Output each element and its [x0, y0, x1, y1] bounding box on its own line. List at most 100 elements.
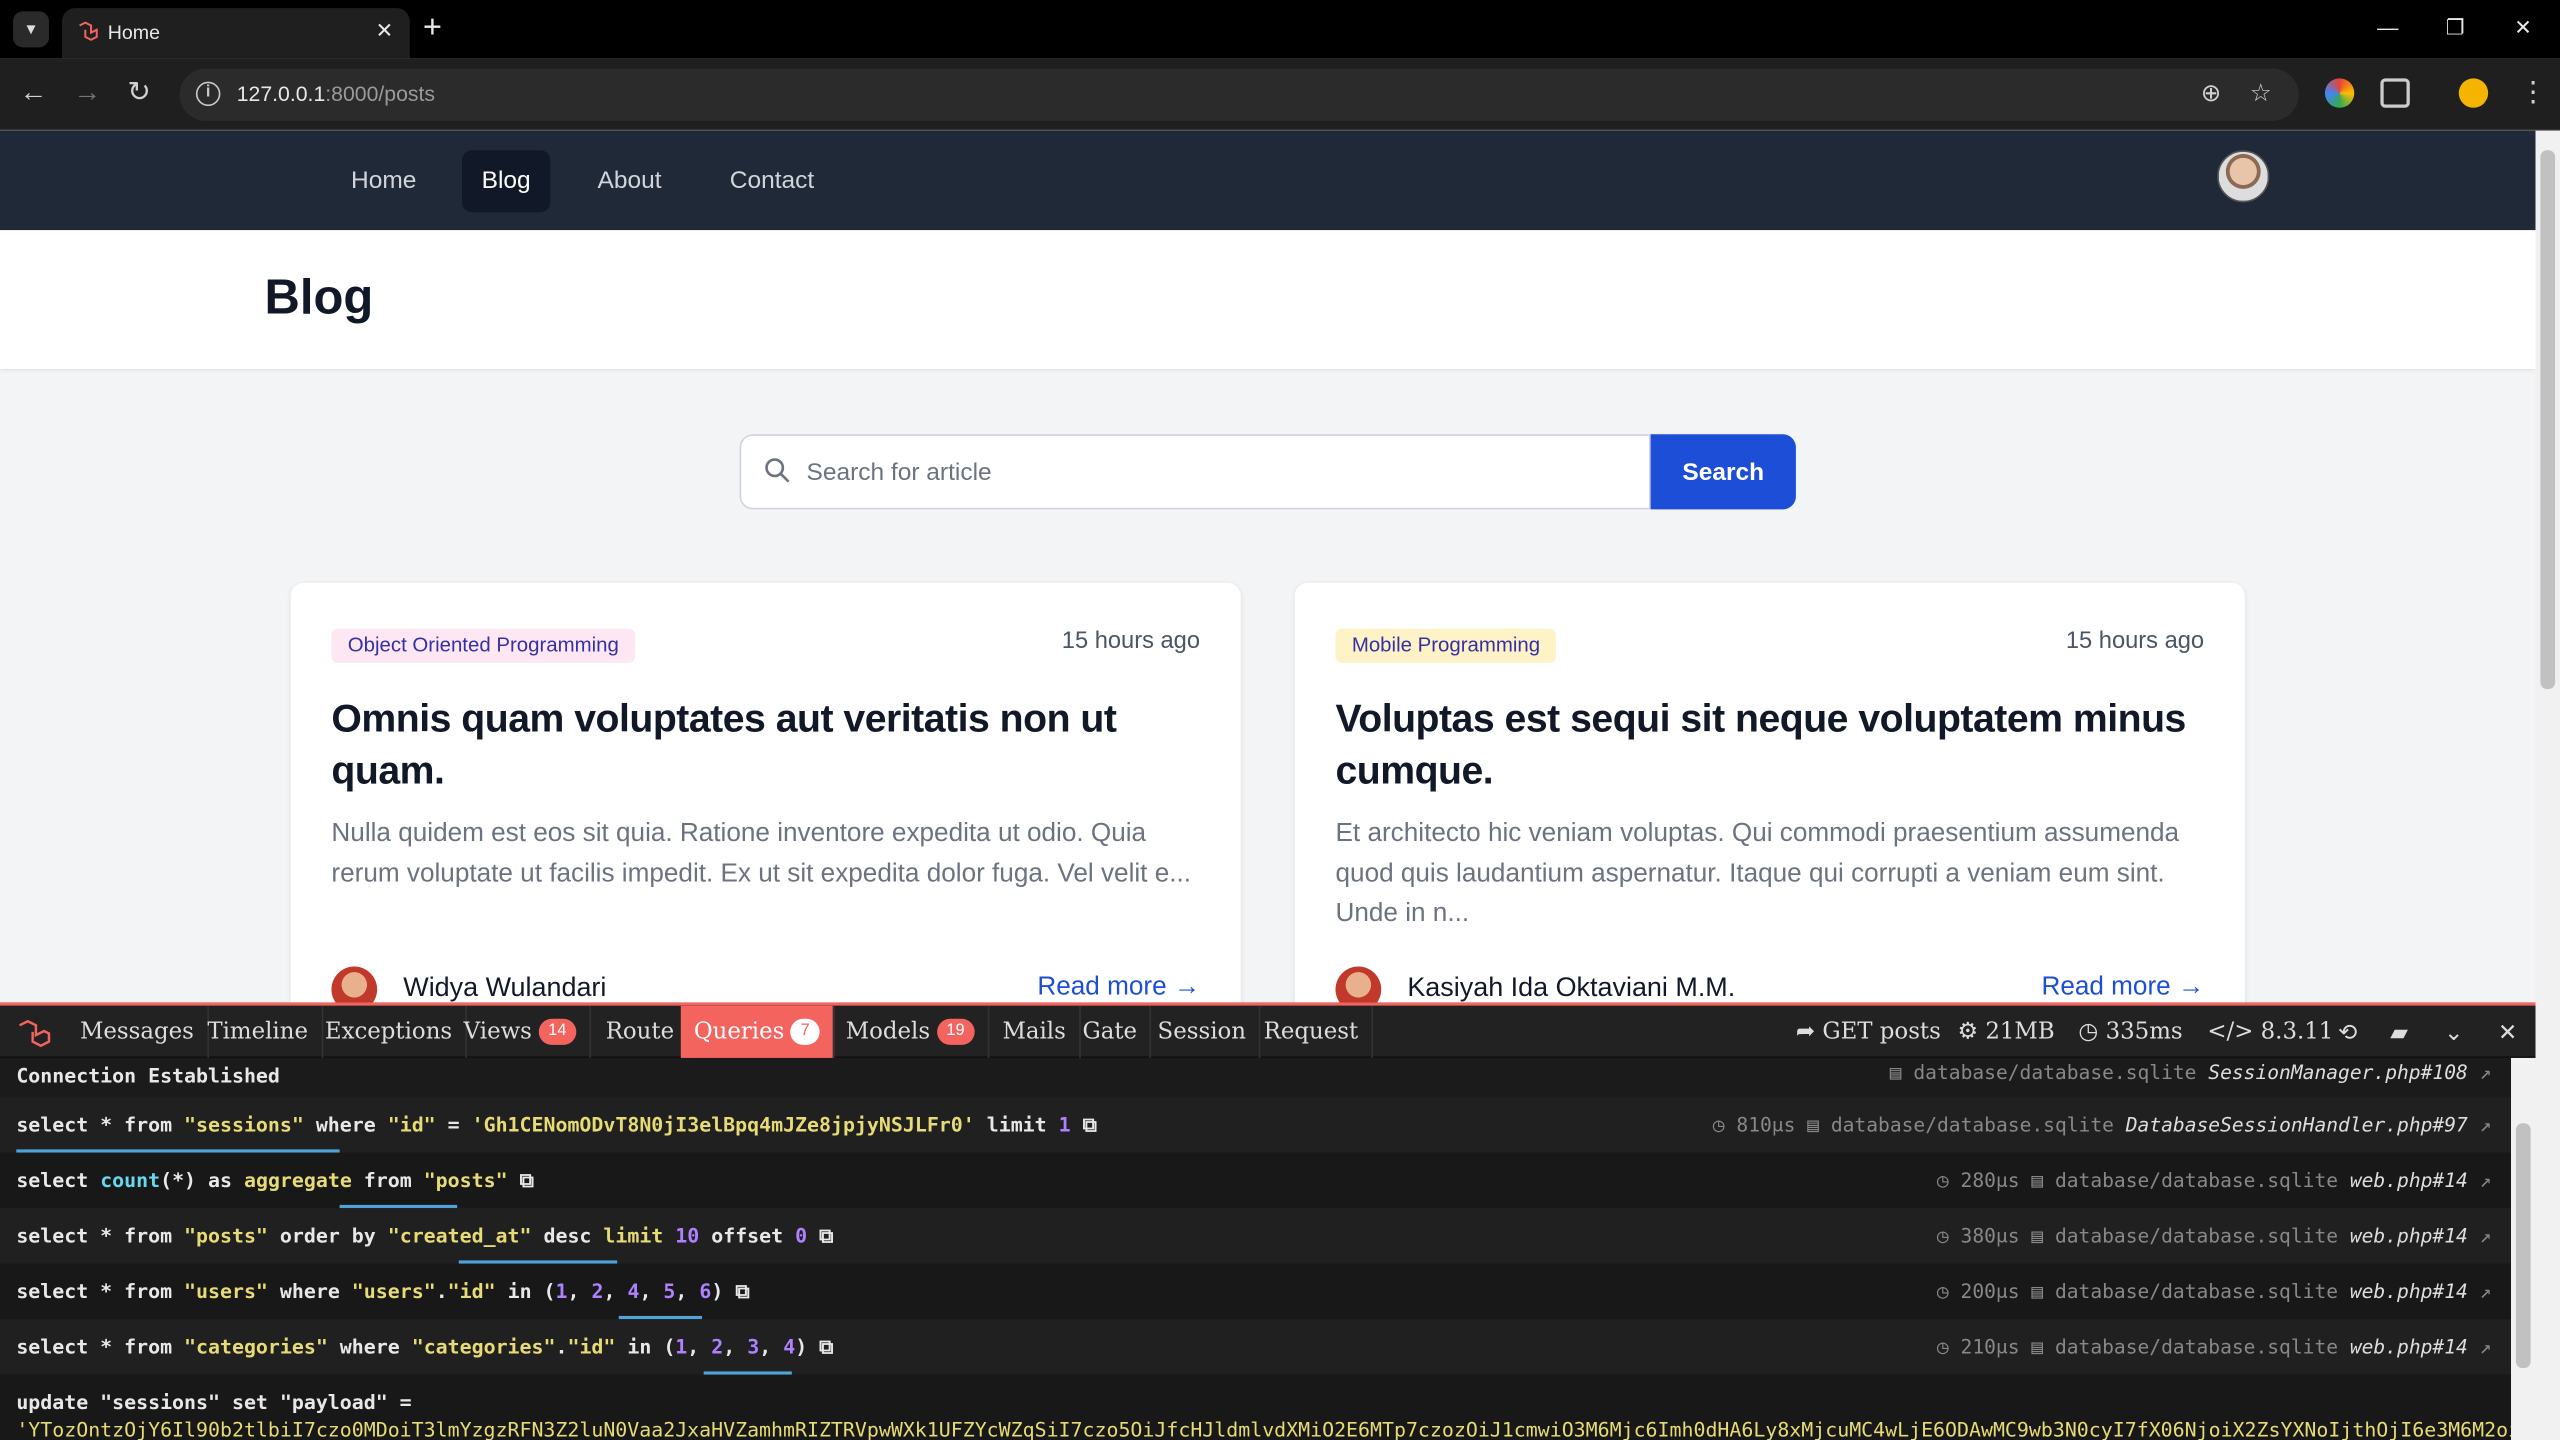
copy-icon[interactable]: ⧉: [1083, 1113, 1097, 1136]
page-header: Blog: [0, 230, 2536, 369]
minimize-debugbar-icon[interactable]: ⌄: [2444, 1019, 2463, 1047]
database-icon: ▤: [2031, 1168, 2044, 1192]
laravel-favicon-icon: [79, 21, 98, 41]
query-row[interactable]: select * from "posts" order by "created_…: [0, 1208, 2512, 1264]
browser-tab[interactable]: Home ✕: [62, 8, 410, 59]
copy-icon[interactable]: ⧉: [819, 1336, 833, 1359]
debugbar-tab-messages[interactable]: Messages: [67, 1005, 209, 1058]
clock-icon: ◷: [1936, 1224, 1949, 1248]
external-link-icon[interactable]: ↗: [2480, 1169, 2492, 1192]
new-tab-icon[interactable]: +: [423, 11, 442, 44]
laravel-logo-icon[interactable]: [16, 1019, 52, 1048]
views-count-badge: 14: [538, 1018, 577, 1045]
debugbar-duration: ◷ 335ms: [2078, 1018, 2183, 1045]
forward-icon[interactable]: →: [73, 78, 101, 107]
query-sql-update: update "sessions" set "payload" =: [16, 1391, 412, 1414]
address-url: 127.0.0.1:8000/posts: [236, 81, 435, 107]
nav-blog-link[interactable]: Blog: [462, 150, 551, 213]
post-time: 15 hours ago: [2065, 628, 2205, 655]
extensions-puzzle-icon[interactable]: [2380, 78, 2410, 108]
clock-icon: ◷: [1936, 1335, 1949, 1359]
debugbar-tab-session[interactable]: Session: [1144, 1005, 1261, 1058]
author-name[interactable]: Kasiyah Ida Oktaviani M.M.: [1407, 973, 1735, 1002]
external-link-icon[interactable]: ↗: [2480, 1224, 2492, 1247]
debugbar-tab-timeline[interactable]: Timeline: [194, 1005, 323, 1058]
author-avatar: [1335, 966, 1382, 1003]
debugbar-scrollbar[interactable]: [2511, 1057, 2536, 1440]
debugbar-tab-gate[interactable]: Gate: [1069, 1005, 1152, 1058]
query-row: Connection Established ▤ database/databa…: [0, 1057, 2512, 1094]
post-title[interactable]: Voluptas est sequi sit neque voluptatem …: [1336, 694, 2201, 798]
database-icon: ▤: [1889, 1061, 1902, 1085]
browser-menu-icon[interactable]: ⋮: [2519, 78, 2547, 107]
query-row[interactable]: select * from "categories" where "catego…: [0, 1319, 2512, 1375]
post-excerpt: Et architecto hic veniam voluptas. Qui c…: [1335, 819, 2180, 928]
query-meta: ◷ 210μs ▤ database/database.sqlite web.p…: [1936, 1335, 2492, 1359]
minimize-icon[interactable]: —: [2377, 15, 2398, 39]
read-more-link[interactable]: Read more →: [2041, 973, 2204, 1002]
query-sql: select * from "sessions" where "id" = 'G…: [16, 1113, 1097, 1137]
debugbar-php-version: </> 8.3.11: [2207, 1018, 2334, 1045]
page-scrollbar[interactable]: [2535, 130, 2560, 1440]
query-sql: select * from "categories" where "catego…: [16, 1335, 834, 1359]
close-debugbar-icon[interactable]: ✕: [2498, 1019, 2517, 1047]
search-icon: [765, 458, 790, 483]
debugbar-memory: ⚙ 21MB: [1957, 1018, 2055, 1045]
site-info-icon[interactable]: i: [195, 81, 221, 107]
query-sql: select * from "posts" order by "created_…: [16, 1224, 834, 1248]
nav-about-link[interactable]: About: [578, 150, 681, 212]
copy-icon[interactable]: ⧉: [819, 1224, 833, 1247]
open-folder-icon[interactable]: ▰: [2390, 1019, 2408, 1047]
debugbar-tab-queries[interactable]: Queries 7: [680, 1005, 835, 1058]
profile-icon[interactable]: [2458, 78, 2489, 108]
read-more-link[interactable]: Read more →: [1037, 973, 1200, 1002]
tab-close-icon[interactable]: ✕: [376, 18, 394, 44]
category-badge[interactable]: Object Oriented Programming: [331, 628, 636, 663]
bookmark-star-icon[interactable]: ☆: [2250, 78, 2272, 108]
address-bar[interactable]: i 127.0.0.1:8000/posts ⊕ ☆: [179, 68, 2299, 121]
debugbar-tab-request[interactable]: Request: [1251, 1005, 1373, 1058]
external-link-icon[interactable]: ↗: [2480, 1113, 2492, 1136]
debugbar-tab-route[interactable]: Route: [593, 1005, 689, 1058]
nav-home-link[interactable]: Home: [331, 150, 436, 212]
post-time: 15 hours ago: [1061, 628, 1200, 655]
copy-icon[interactable]: ⧉: [520, 1169, 534, 1192]
debugbar-tab-exceptions[interactable]: Exceptions: [312, 1005, 467, 1058]
external-link-icon[interactable]: ↗: [2480, 1061, 2492, 1084]
query-row[interactable]: select * from "sessions" where "id" = 'G…: [0, 1097, 2512, 1153]
copy-icon[interactable]: ⧉: [735, 1280, 749, 1303]
query-meta: ◷ 200μs ▤ database/database.sqlite web.p…: [1936, 1279, 2492, 1303]
query-row[interactable]: select * from "users" where "users"."id"…: [0, 1263, 2512, 1320]
debugbar-tab-views[interactable]: Views 14: [451, 1005, 591, 1058]
category-badge[interactable]: Mobile Programming: [1335, 628, 1557, 663]
reload-icon[interactable]: ↻: [127, 78, 150, 107]
query-row[interactable]: update "sessions" set "payload" = 'YTozO…: [0, 1374, 2532, 1440]
clock-icon: ◷: [1936, 1279, 1949, 1303]
back-icon[interactable]: ←: [20, 78, 48, 107]
screen: ▾ Home ✕ + — ❐ ✕ ← → ↻ i 127.0.0.1:8000/…: [0, 0, 2560, 1440]
web-page: Home Blog About Contact Blog Search Obje…: [0, 130, 2536, 1003]
debugbar-route[interactable]: ➦ GET posts: [1796, 1006, 1941, 1058]
page-scrollbar-thumb[interactable]: [2540, 150, 2556, 689]
restore-icon[interactable]: ❐: [2446, 15, 2465, 41]
author-name[interactable]: Widya Wulandari: [403, 973, 606, 1002]
search-input[interactable]: [806, 435, 1623, 508]
debugbar-tab-models[interactable]: Models 19: [833, 1005, 990, 1058]
tab-search-icon[interactable]: ▾: [13, 11, 49, 48]
history-icon[interactable]: ⟲: [2338, 1019, 2357, 1047]
post-card: Object Oriented Programming 15 hours ago…: [290, 582, 1241, 1003]
external-link-icon[interactable]: ↗: [2480, 1280, 2492, 1303]
query-sql: select count(*) as aggregate from "posts…: [16, 1168, 534, 1192]
models-count-badge: 19: [936, 1018, 975, 1045]
debugbar-tab-mails[interactable]: Mails: [989, 1005, 1081, 1058]
color-extension-icon[interactable]: [2324, 78, 2355, 108]
debugbar-scrollbar-thumb[interactable]: [2515, 1123, 2531, 1369]
query-row[interactable]: select count(*) as aggregate from "posts…: [0, 1152, 2512, 1209]
zoom-icon[interactable]: ⊕: [2201, 78, 2222, 108]
nav-contact-link[interactable]: Contact: [710, 150, 834, 212]
search-button[interactable]: Search: [1650, 434, 1796, 510]
external-link-icon[interactable]: ↗: [2480, 1336, 2492, 1359]
post-title[interactable]: Omnis quam voluptates aut veritatis non …: [331, 694, 1196, 798]
window-close-icon[interactable]: ✕: [2514, 15, 2532, 41]
user-avatar[interactable]: [2217, 150, 2270, 203]
